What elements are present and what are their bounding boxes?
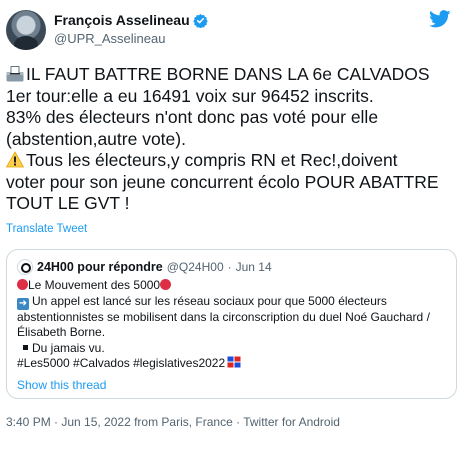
quote-separator: · bbox=[227, 260, 232, 274]
tweet-card: François Asselineau @UPR_Asselineau IL F… bbox=[0, 0, 463, 453]
tweet-line-1-text: IL FAUT BATTRE BORNE DANS LA 6e CALVADOS bbox=[26, 64, 430, 84]
quote-line-2-text: Un appel est lancé sur les réseau sociau… bbox=[32, 293, 387, 308]
quote-line-2: ➜ Un appel est lancé sur les réseau socia… bbox=[17, 294, 447, 310]
quote-author-handle: @Q24H00 bbox=[166, 260, 224, 274]
ballot-box-icon bbox=[6, 66, 24, 82]
translate-tweet-link[interactable]: Translate Tweet bbox=[6, 223, 87, 235]
author-handle[interactable]: @UPR_Asselineau bbox=[54, 31, 208, 46]
red-circle-icon bbox=[17, 279, 28, 290]
tweet-text: IL FAUT BATTRE BORNE DANS LA 6e CALVADOS… bbox=[6, 64, 457, 215]
display-name-row: François Asselineau bbox=[54, 12, 208, 28]
avatar[interactable] bbox=[6, 10, 46, 50]
quote-header: 24H00 pour répondre @Q24H00 · Jun 14 bbox=[17, 259, 272, 275]
quote-text: Le Mouvement des 5000 ➜ Un appel est lanc… bbox=[17, 278, 447, 372]
right-arrow-icon: ➜ bbox=[17, 297, 29, 310]
tweet-line-7: TOUT LE GVT ! bbox=[6, 193, 130, 213]
quote-hashtags[interactable]: #Les5000 #Calvados #legislatives2022 bbox=[17, 356, 225, 370]
quote-date: Jun 14 bbox=[235, 260, 272, 274]
tweet-line-6: voter pour son jeune concurrent écolo PO… bbox=[6, 171, 439, 192]
twitter-logo-icon[interactable] bbox=[429, 10, 451, 28]
quoted-tweet[interactable]: 24H00 pour répondre @Q24H00 · Jun 14 Le … bbox=[6, 249, 457, 399]
tweet-line-2: 1er tour:elle a eu 16491 voix sur 96452 … bbox=[6, 85, 374, 106]
tweet-metadata[interactable]: 3:40 PM · Jun 15, 2022 from Paris, Franc… bbox=[6, 415, 340, 429]
verified-badge-icon bbox=[192, 13, 208, 28]
quote-avatar bbox=[17, 259, 33, 275]
black-square-icon bbox=[23, 344, 28, 350]
quote-line-1-text: Le Mouvement des 5000 bbox=[28, 278, 161, 292]
tweet-header: François Asselineau @UPR_Asselineau bbox=[6, 8, 457, 52]
vote-icon bbox=[227, 356, 242, 368]
show-thread-link[interactable]: Show this thread bbox=[17, 378, 106, 392]
red-circle-icon bbox=[160, 279, 172, 290]
tweet-line-1: IL FAUT BATTRE BORNE DANS LA 6e CALVADOS bbox=[6, 64, 457, 86]
author-names: François Asselineau @UPR_Asselineau bbox=[54, 12, 208, 46]
tweet-line-5: Tous les électeurs,y compris RN et Rec!,… bbox=[6, 150, 457, 172]
quote-author-name: 24H00 pour répondre bbox=[37, 260, 163, 274]
quote-line-5-text: Du jamais vu. bbox=[32, 340, 105, 355]
warning-icon bbox=[6, 151, 24, 168]
tweet-line-5-text: Tous les électeurs,y compris RN et Rec!,… bbox=[26, 150, 398, 170]
quote-line-5: Du jamais vu. bbox=[17, 341, 447, 357]
quote-line-1: Le Mouvement des 5000 bbox=[17, 278, 447, 294]
author-display-name[interactable]: François Asselineau bbox=[54, 12, 190, 28]
quote-line-3: abstentionnistes se mobilisent dans la c… bbox=[17, 309, 430, 324]
quote-line-6: #Les5000 #Calvados #legislatives2022 bbox=[17, 356, 447, 372]
quote-line-4: Élisabeth Borne. bbox=[17, 325, 106, 339]
tweet-line-4: (abstention,autre vote). bbox=[6, 128, 186, 149]
tweet-line-3: 83% des électeurs n'ont donc pas voté po… bbox=[6, 107, 379, 127]
